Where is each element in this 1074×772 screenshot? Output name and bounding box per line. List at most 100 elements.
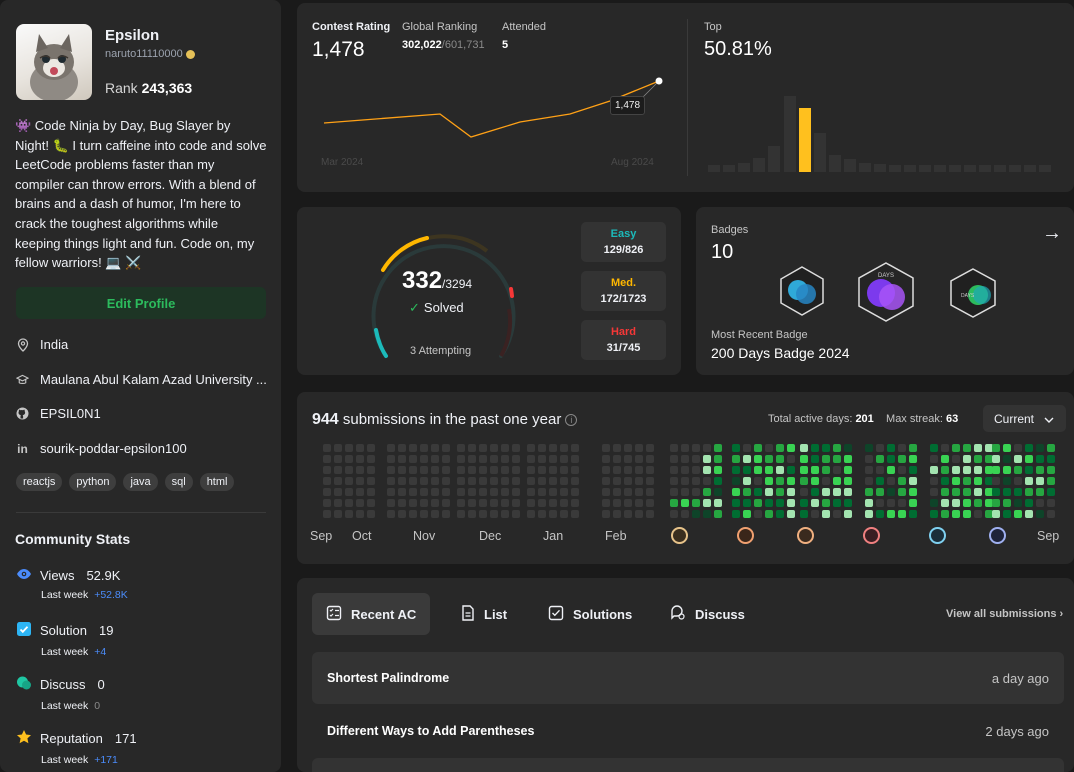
heatmap-cell[interactable]	[681, 466, 689, 474]
heatmap-cell[interactable]	[703, 444, 711, 452]
heatmap-cell[interactable]	[732, 477, 740, 485]
heatmap-cell[interactable]	[602, 510, 610, 518]
heatmap-cell[interactable]	[624, 466, 632, 474]
heatmap-cell[interactable]	[787, 499, 795, 507]
heatmap-cell[interactable]	[974, 499, 982, 507]
heatmap-cell[interactable]	[538, 455, 546, 463]
heatmap-cell[interactable]	[323, 510, 331, 518]
heatmap-cell[interactable]	[512, 510, 520, 518]
heatmap-cell[interactable]	[887, 499, 895, 507]
heatmap-cell[interactable]	[398, 499, 406, 507]
heatmap-cell[interactable]	[1047, 499, 1055, 507]
heatmap-cell[interactable]	[974, 488, 982, 496]
heatmap-cell[interactable]	[787, 477, 795, 485]
heatmap-cell[interactable]	[1025, 499, 1033, 507]
heatmap-cell[interactable]	[431, 510, 439, 518]
heatmap-cell[interactable]	[1025, 444, 1033, 452]
heatmap-cell[interactable]	[865, 455, 873, 463]
heatmap-cell[interactable]	[345, 455, 353, 463]
heatmap-cell[interactable]	[635, 499, 643, 507]
skill-tag[interactable]: sql	[164, 473, 193, 491]
heatmap-cell[interactable]	[1036, 510, 1044, 518]
heatmap-cell[interactable]	[898, 455, 906, 463]
heatmap-cell[interactable]	[887, 444, 895, 452]
heatmap-cell[interactable]	[512, 444, 520, 452]
heatmap-cell[interactable]	[479, 444, 487, 452]
heatmap-cell[interactable]	[930, 455, 938, 463]
heatmap-cell[interactable]	[811, 455, 819, 463]
heatmap-cell[interactable]	[431, 444, 439, 452]
heatmap-cell[interactable]	[490, 477, 498, 485]
heatmap-cell[interactable]	[681, 488, 689, 496]
heatmap-cell[interactable]	[1047, 466, 1055, 474]
heatmap-cell[interactable]	[468, 455, 476, 463]
heatmap-cell[interactable]	[549, 444, 557, 452]
heatmap-cell[interactable]	[670, 444, 678, 452]
heatmap-cell[interactable]	[909, 455, 917, 463]
heatmap-cell[interactable]	[1047, 455, 1055, 463]
heatmap-cell[interactable]	[479, 466, 487, 474]
heatmap-cell[interactable]	[468, 499, 476, 507]
heatmap-cell[interactable]	[732, 455, 740, 463]
heatmap-cell[interactable]	[431, 488, 439, 496]
heatmap-cell[interactable]	[833, 499, 841, 507]
github-row[interactable]: EPSIL0N1	[16, 406, 101, 421]
heatmap-cell[interactable]	[323, 488, 331, 496]
heatmap-cell[interactable]	[345, 510, 353, 518]
heatmap-cell[interactable]	[549, 510, 557, 518]
heatmap-cell[interactable]	[420, 466, 428, 474]
heatmap-cell[interactable]	[992, 499, 1000, 507]
heatmap-cell[interactable]	[1036, 466, 1044, 474]
heatmap-cell[interactable]	[898, 466, 906, 474]
heatmap-cell[interactable]	[952, 444, 960, 452]
heatmap-cell[interactable]	[787, 488, 795, 496]
heatmap-cell[interactable]	[876, 510, 884, 518]
heatmap-cell[interactable]	[387, 444, 395, 452]
edit-profile-button[interactable]: Edit Profile	[16, 287, 266, 319]
heatmap-cell[interactable]	[345, 499, 353, 507]
heatmap-cell[interactable]	[560, 510, 568, 518]
heatmap-cell[interactable]	[409, 510, 417, 518]
heatmap-cell[interactable]	[865, 499, 873, 507]
heatmap-cell[interactable]	[345, 466, 353, 474]
heatmap-cell[interactable]	[732, 444, 740, 452]
heatmap-cell[interactable]	[681, 455, 689, 463]
heatmap-cell[interactable]	[602, 466, 610, 474]
heatmap-cell[interactable]	[865, 510, 873, 518]
heatmap-cell[interactable]	[732, 510, 740, 518]
heatmap-cell[interactable]	[800, 444, 808, 452]
heatmap-cell[interactable]	[865, 488, 873, 496]
heatmap-cell[interactable]	[692, 488, 700, 496]
heatmap-cell[interactable]	[398, 477, 406, 485]
monthly-badge-icon[interactable]	[671, 527, 688, 544]
heatmap-cell[interactable]	[941, 499, 949, 507]
heatmap-cell[interactable]	[974, 455, 982, 463]
heatmap-cell[interactable]	[952, 466, 960, 474]
heatmap-cell[interactable]	[490, 488, 498, 496]
heatmap-cell[interactable]	[681, 510, 689, 518]
heatmap-cell[interactable]	[822, 455, 830, 463]
heatmap-cell[interactable]	[398, 466, 406, 474]
heatmap-cell[interactable]	[765, 488, 773, 496]
heatmap-cell[interactable]	[811, 510, 819, 518]
heatmap-cell[interactable]	[1014, 455, 1022, 463]
heatmap-cell[interactable]	[703, 477, 711, 485]
heatmap-cell[interactable]	[822, 466, 830, 474]
heatmap-cell[interactable]	[1047, 488, 1055, 496]
heatmap-cell[interactable]	[468, 477, 476, 485]
heatmap-cell[interactable]	[613, 466, 621, 474]
heatmap-cell[interactable]	[992, 444, 1000, 452]
heatmap-cell[interactable]	[602, 444, 610, 452]
heatmap-cell[interactable]	[1014, 444, 1022, 452]
tab-list[interactable]: List	[447, 593, 521, 635]
heatmap-cell[interactable]	[613, 510, 621, 518]
heatmap-cell[interactable]	[501, 455, 509, 463]
heatmap-cell[interactable]	[549, 455, 557, 463]
heatmap-cell[interactable]	[941, 510, 949, 518]
heatmap-cell[interactable]	[420, 477, 428, 485]
heatmap-cell[interactable]	[501, 488, 509, 496]
heatmap-cell[interactable]	[356, 499, 364, 507]
heatmap-cell[interactable]	[602, 477, 610, 485]
heatmap-cell[interactable]	[811, 499, 819, 507]
heatmap-cell[interactable]	[468, 488, 476, 496]
